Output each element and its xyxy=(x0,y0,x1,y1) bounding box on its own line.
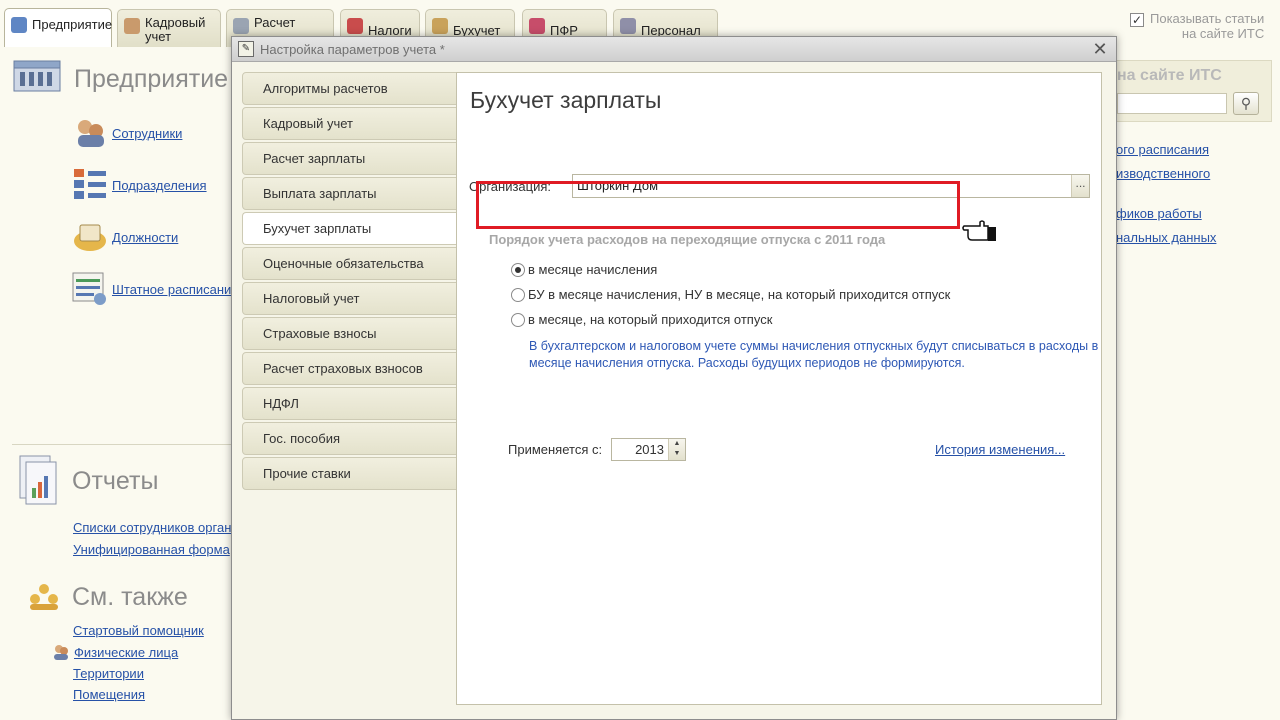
show-its-toggle[interactable]: ✓ Показывать статьи на сайте ИТС xyxy=(1130,11,1264,41)
positions-link-row[interactable]: Должности xyxy=(72,219,178,255)
reports-icon xyxy=(18,454,60,508)
territories-link[interactable]: Территории xyxy=(73,666,144,681)
settings-dialog: ✎ Настройка параметров учета * ✕ Алгорит… xyxy=(231,36,1117,720)
reports-section-header: Отчеты xyxy=(18,454,158,508)
positions-link[interactable]: Должности xyxy=(112,230,178,245)
settings-content: Бухучет зарплаты Организация: Шторкин До… xyxy=(456,72,1102,705)
nav-state-benefits[interactable]: Гос. пособия xyxy=(242,422,457,455)
left-panel: Предприятие Сотрудники Подразделения Дол… xyxy=(0,47,274,720)
departments-link[interactable]: Подразделения xyxy=(112,178,207,193)
page-title: Бухучет зарплаты xyxy=(470,87,662,113)
individuals-link-row[interactable]: Физические лица xyxy=(52,643,178,661)
calc-icon xyxy=(233,18,249,34)
vacation-expenses-group-title: Порядок учета расходов на переходящие от… xyxy=(489,232,886,247)
unified-form-link[interactable]: Унифицированная форма xyxy=(73,542,230,557)
dialog-icon: ✎ xyxy=(238,41,254,57)
tab-hr[interactable]: Кадровый учет xyxy=(117,9,221,47)
nav-estimated-liabilities[interactable]: Оценочные обязательства xyxy=(242,247,457,280)
radio-label: в месяце начисления xyxy=(528,262,658,277)
radio-label: в месяце, на который приходится отпуск xyxy=(528,312,773,327)
nav-payroll-calc[interactable]: Расчет зарплаты xyxy=(242,142,457,175)
applies-from-label: Применяется с: xyxy=(508,442,603,457)
year-value: 2013 xyxy=(635,442,664,457)
see-also-section-title: См. также xyxy=(72,582,188,611)
pension-fund-icon xyxy=(529,18,545,34)
close-icon[interactable]: ✕ xyxy=(1090,39,1110,59)
nav-hr-accounting[interactable]: Кадровый учет xyxy=(242,107,457,140)
departments-link-row[interactable]: Подразделения xyxy=(72,167,207,203)
accounting-icon xyxy=(432,18,448,34)
radio-button[interactable] xyxy=(511,262,525,277)
tab-label: Кадровый учет xyxy=(145,15,206,44)
individuals-link[interactable]: Физические лица xyxy=(74,645,178,660)
staff-schedule-link-row[interactable]: Штатное расписание xyxy=(72,271,239,307)
radio-mixed-months[interactable]: БУ в месяце начисления, НУ в месяце, на … xyxy=(511,287,950,302)
nav-insurance-contributions[interactable]: Страховые взносы xyxy=(242,317,457,350)
staff-schedule-right-link[interactable]: ого расписания xyxy=(1116,142,1209,157)
see-also-section-header: См. также xyxy=(28,582,188,612)
premises-link[interactable]: Помещения xyxy=(73,687,145,702)
staff-schedule-link[interactable]: Штатное расписание xyxy=(112,282,239,297)
settings-nav: Алгоритмы расчетов Кадровый учет Расчет … xyxy=(242,72,458,492)
spin-arrows-icon[interactable]: ▲ ▼ xyxy=(668,439,685,460)
nav-tax-accounting[interactable]: Налоговый учет xyxy=(242,282,457,315)
radio-vacation-month[interactable]: в месяце, на который приходится отпуск xyxy=(511,312,772,327)
dialog-title: Настройка параметров учета * xyxy=(260,41,445,57)
people-icon xyxy=(124,18,140,34)
its-search-input[interactable] xyxy=(1117,93,1227,114)
its-search-box: на сайте ИТС ⚲ xyxy=(1116,60,1272,122)
dialog-titlebar[interactable]: ✎ Настройка параметров учета * ✕ xyxy=(232,37,1116,62)
personal-data-link[interactable]: нальных данных xyxy=(1116,230,1216,245)
radio-label: БУ в месяце начисления, НУ в месяце, на … xyxy=(528,287,951,302)
employees-link[interactable]: Сотрудники xyxy=(112,126,182,141)
enterprise-section-title: Предприятие xyxy=(74,64,229,93)
radio-accrual-month[interactable]: в месяце начисления xyxy=(511,262,657,277)
show-its-checkbox[interactable]: ✓ xyxy=(1130,13,1144,27)
divider xyxy=(12,444,232,445)
reports-section-title: Отчеты xyxy=(72,466,159,495)
nav-ndfl[interactable]: НДФЛ xyxy=(242,387,457,420)
personnel-icon xyxy=(620,18,636,34)
positions-icon xyxy=(72,219,108,255)
tab-enterprise[interactable]: Предприятие xyxy=(4,8,112,48)
nav-other-rates[interactable]: Прочие ставки xyxy=(242,457,457,490)
its-title: на сайте ИТС xyxy=(1117,67,1222,84)
start-assistant-link[interactable]: Стартовый помощник xyxy=(73,623,204,638)
nav-payroll-payment[interactable]: Выплата зарплаты xyxy=(242,177,457,210)
taxes-icon xyxy=(347,18,363,34)
enterprise-section-header: Предприятие xyxy=(12,59,228,99)
nav-payroll-accounting[interactable]: Бухучет зарплаты xyxy=(242,212,458,245)
radio-button[interactable] xyxy=(511,312,525,327)
work-schedules-link[interactable]: фиков работы xyxy=(1116,206,1202,221)
nav-insurance-calc[interactable]: Расчет страховых взносов xyxy=(242,352,457,385)
radio-button[interactable] xyxy=(511,287,525,302)
see-also-icon xyxy=(28,582,60,612)
employees-link-row[interactable]: Сотрудники xyxy=(72,115,182,151)
tab-label: Предприятие xyxy=(32,17,113,32)
building-icon xyxy=(12,59,62,99)
search-icon[interactable]: ⚲ xyxy=(1233,92,1259,115)
enterprise-icon xyxy=(11,17,27,33)
production-calendar-link[interactable]: изводственного xyxy=(1116,166,1210,181)
employees-icon xyxy=(72,115,108,151)
staff-schedule-icon xyxy=(72,271,108,307)
organization-select-button[interactable]: ... xyxy=(1071,175,1089,197)
individuals-icon xyxy=(52,643,70,661)
highlight-frame xyxy=(476,181,960,229)
departments-icon xyxy=(72,167,108,203)
nav-algorithms[interactable]: Алгоритмы расчетов xyxy=(242,72,457,105)
option-description: В бухгалтерском и налоговом учете суммы … xyxy=(529,339,1099,370)
year-stepper[interactable]: 2013 ▲ ▼ xyxy=(611,438,686,461)
right-panel: на сайте ИТС ⚲ ого расписания изводствен… xyxy=(1116,60,1280,720)
hand-pointer-icon xyxy=(962,218,998,244)
change-history-link[interactable]: История изменения... xyxy=(935,442,1065,457)
tab-label: Расчет xyxy=(254,15,296,30)
show-its-label: Показывать статьи на сайте ИТС xyxy=(1150,11,1265,41)
